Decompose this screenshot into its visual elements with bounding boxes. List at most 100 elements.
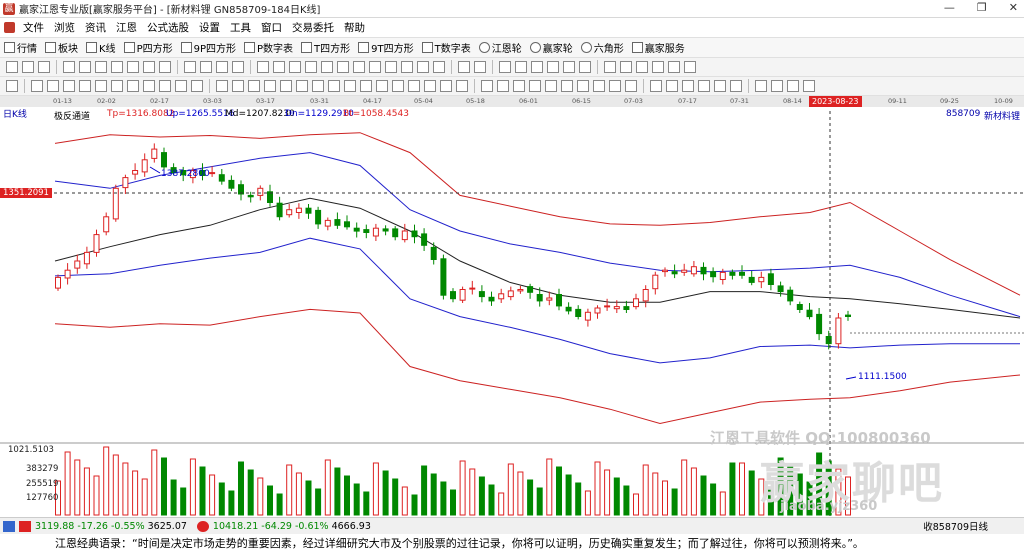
toolbar-tool-icon[interactable] [609,80,621,92]
toolbar-tool-icon[interactable] [184,61,196,73]
toolbar-tool-icon[interactable] [328,80,340,92]
toolbar-tool-icon[interactable] [47,80,59,92]
toolbar-tool-icon[interactable] [417,61,429,73]
toolbar-tool-icon[interactable] [63,80,75,92]
toolbar-tool-icon[interactable] [593,80,605,92]
toolbar-tool-icon[interactable] [111,80,123,92]
toolbar-tool-icon[interactable] [424,80,436,92]
minimize-button[interactable]: — [944,0,955,16]
toolbar-tool-icon[interactable] [730,80,742,92]
toolbar-tool-icon[interactable] [337,61,349,73]
toolbar-tool-icon[interactable] [650,80,662,92]
toolbar-tool-icon[interactable] [280,80,292,92]
toolbar-tool-icon[interactable] [232,61,244,73]
toolbar-tool-icon[interactable] [392,80,404,92]
menu-settings[interactable]: 设置 [194,20,225,35]
toolbar-tool-icon[interactable] [604,61,616,73]
toolbar-tool-icon[interactable] [529,80,541,92]
toolbar-tool-icon[interactable] [289,61,301,73]
toolbar-tool-icon[interactable] [143,61,155,73]
menu-info[interactable]: 资讯 [80,20,111,35]
menu-tools[interactable]: 工具 [225,20,256,35]
toolbar-tool-icon[interactable] [6,61,18,73]
toolbar-tool-icon[interactable] [547,61,559,73]
toolbar-tool-icon[interactable] [95,80,107,92]
tool-quotes[interactable]: 行情 [0,40,41,55]
tool-winner-wheel[interactable]: 赢家轮 [526,40,577,55]
toolbar-tool-icon[interactable] [79,80,91,92]
tool-service[interactable]: 赢家服务 [628,40,689,55]
toolbar-tool-icon[interactable] [666,80,678,92]
tool-sectors[interactable]: 板块 [41,40,82,55]
close-button[interactable]: ✕ [1009,0,1018,16]
menu-formula[interactable]: 公式选股 [142,20,194,35]
toolbar-tool-icon[interactable] [31,80,43,92]
toolbar-tool-icon[interactable] [474,61,486,73]
toolbar-tool-icon[interactable] [159,61,171,73]
toolbar-tool-icon[interactable] [127,61,139,73]
toolbar-tool-icon[interactable] [755,80,767,92]
toolbar-tool-icon[interactable] [305,61,317,73]
toolbar-tool-icon[interactable] [353,61,365,73]
toolbar-tool-icon[interactable] [63,61,75,73]
toolbar-tool-icon[interactable] [296,80,308,92]
toolbar-tool-icon[interactable] [369,61,381,73]
toolbar-tool-icon[interactable] [561,80,573,92]
menu-file[interactable]: 文件 [18,20,49,35]
toolbar-tool-icon[interactable] [481,80,493,92]
toolbar-tool-icon[interactable] [344,80,356,92]
toolbar-tool-icon[interactable] [440,80,452,92]
toolbar-tool-icon[interactable] [191,80,203,92]
toolbar-tool-icon[interactable] [668,61,680,73]
toolbar-tool-icon[interactable] [360,80,372,92]
toolbar-tool-icon[interactable] [6,80,18,92]
tool-kline[interactable]: K线 [82,40,120,55]
toolbar-tool-icon[interactable] [408,80,420,92]
toolbar-tool-icon[interactable] [79,61,91,73]
menu-trade[interactable]: 交易委托 [287,20,339,35]
tool-9t-square[interactable]: 9T四方形 [354,40,417,55]
toolbar-tool-icon[interactable] [159,80,171,92]
tool-t-number-table[interactable]: T数字表 [418,40,475,55]
toolbar-tool-icon[interactable] [684,61,696,73]
toolbar-tool-icon[interactable] [531,61,543,73]
toolbar-tool-icon[interactable] [714,80,726,92]
toolbar-tool-icon[interactable] [545,80,557,92]
toolbar-tool-icon[interactable] [216,61,228,73]
toolbar-tool-icon[interactable] [95,61,107,73]
toolbar-tool-icon[interactable] [200,61,212,73]
maximize-button[interactable]: ❐ [977,0,987,16]
menu-window[interactable]: 窗口 [256,20,287,35]
toolbar-tool-icon[interactable] [401,61,413,73]
tool-hexagon[interactable]: 六角形 [577,40,628,55]
toolbar-tool-icon[interactable] [127,80,139,92]
toolbar-tool-icon[interactable] [232,80,244,92]
toolbar-tool-icon[interactable] [385,61,397,73]
toolbar-tool-icon[interactable] [515,61,527,73]
toolbar-tool-icon[interactable] [771,80,783,92]
toolbar-tool-icon[interactable] [143,80,155,92]
toolbar-tool-icon[interactable] [175,80,187,92]
toolbar-tool-icon[interactable] [22,61,34,73]
menu-gann[interactable]: 江恩 [111,20,142,35]
toolbar-tool-icon[interactable] [264,80,276,92]
toolbar-tool-icon[interactable] [577,80,589,92]
chart-area[interactable]: 日K线 极反通道 Tp=1316.8082 Up=1265.5516 Md=12… [0,107,1024,517]
toolbar-tool-icon[interactable] [376,80,388,92]
toolbar-tool-icon[interactable] [248,80,260,92]
toolbar-tool-icon[interactable] [625,80,637,92]
toolbar-tool-icon[interactable] [499,61,511,73]
toolbar-tool-icon[interactable] [456,80,468,92]
tool-t-square[interactable]: T四方形 [297,40,354,55]
toolbar-tool-icon[interactable] [698,80,710,92]
tool-9p-square[interactable]: 9P四方形 [177,40,240,55]
toolbar-tool-icon[interactable] [497,80,509,92]
toolbar-tool-icon[interactable] [321,61,333,73]
toolbar-tool-icon[interactable] [787,80,799,92]
toolbar-tool-icon[interactable] [216,80,228,92]
toolbar-tool-icon[interactable] [273,61,285,73]
toolbar-tool-icon[interactable] [579,61,591,73]
toolbar-tool-icon[interactable] [636,61,648,73]
toolbar-tool-icon[interactable] [652,61,664,73]
toolbar-tool-icon[interactable] [38,61,50,73]
